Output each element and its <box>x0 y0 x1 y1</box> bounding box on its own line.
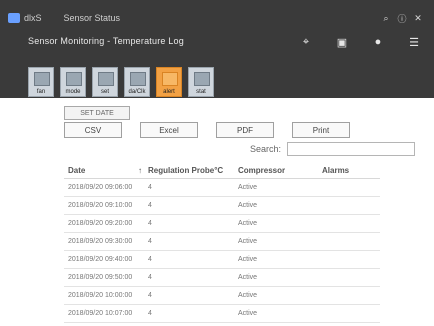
cell-date: 2018/09/20 10:07:00 <box>68 310 133 317</box>
search-field: Search: <box>250 142 416 156</box>
tile-icon <box>130 72 146 86</box>
table-row: 2018/09/20 09:40:00 4 Active <box>64 251 380 269</box>
tile-icon <box>162 72 178 86</box>
user-icon[interactable]: ● <box>370 34 386 50</box>
tile-icon <box>66 72 82 86</box>
tile-label: stat <box>196 89 206 95</box>
table-row: 2018/09/20 10:07:00 4 Active <box>64 305 380 323</box>
cell-date: 2018/09/20 09:50:00 <box>68 274 133 281</box>
close-icon[interactable]: ✕ <box>410 10 426 26</box>
tile-label: mode <box>65 89 81 95</box>
column-header-compressor[interactable]: Compressor <box>238 166 322 175</box>
tile-label: set <box>100 89 109 95</box>
brand-text: dlxS <box>24 13 42 23</box>
tile-mode[interactable]: mode <box>60 67 86 97</box>
tile-icon <box>194 72 210 86</box>
window-title: Sensor Status <box>63 13 121 23</box>
tile-clock[interactable]: da/Clk <box>124 67 150 97</box>
cell-compressor: Active <box>238 274 258 281</box>
cell-compressor: Active <box>238 292 258 299</box>
search-label: Search: <box>250 144 282 154</box>
tile-alert-active[interactable]: alert <box>156 67 182 97</box>
cell-probe: 4 <box>148 292 152 299</box>
cell-compressor: Active <box>238 310 258 317</box>
cell-date: 2018/09/20 09:30:00 <box>68 238 133 245</box>
export-toolbar: CSV Excel PDF Print <box>64 122 350 138</box>
set-date-button[interactable]: SET DATE <box>64 106 130 120</box>
export-pdf-button[interactable]: PDF <box>216 122 274 138</box>
tile-label: da/Clk <box>128 89 146 95</box>
cell-probe: 4 <box>148 256 152 263</box>
cell-date: 2018/09/20 09:20:00 <box>68 220 133 227</box>
header-icons: ⌖ ▣ ● ☰ <box>298 34 422 50</box>
sort-icon[interactable]: ↑ <box>138 166 148 175</box>
table-row: 2018/09/20 09:50:00 4 Active <box>64 269 380 287</box>
cell-probe: 4 <box>148 220 152 227</box>
cell-probe: 4 <box>148 202 152 209</box>
info-icon[interactable]: ⓘ <box>394 10 410 26</box>
tile-stat[interactable]: stat <box>188 67 214 97</box>
table-row: 2018/09/20 09:10:00 4 Active <box>64 197 380 215</box>
cell-date: 2018/09/20 10:00:00 <box>68 292 133 299</box>
cell-compressor: Active <box>238 256 258 263</box>
cell-compressor: Active <box>238 202 258 209</box>
cell-probe: 4 <box>148 310 152 317</box>
tile-fan[interactable]: fan <box>28 67 54 97</box>
menu-icon[interactable]: ☰ <box>406 34 422 50</box>
cell-compressor: Active <box>238 184 258 191</box>
tile-label: alert <box>163 89 175 95</box>
table-row: 2018/09/20 09:06:00 4 Active <box>64 179 380 197</box>
search-input[interactable] <box>287 142 416 156</box>
column-header-date[interactable]: Date <box>64 166 138 175</box>
column-header-alarms[interactable]: Alarms <box>322 166 380 175</box>
table-row: 2018/09/20 10:00:00 4 Active <box>64 287 380 305</box>
top-bar: dlxS Sensor Status ⌕ ⓘ ✕ Sensor Monitori… <box>0 0 434 98</box>
table-header: Date ↑ Regulation Probe°C Compressor Ala… <box>64 162 380 179</box>
table-row: 2018/09/20 09:30:00 4 Active <box>64 233 380 251</box>
search-icon[interactable]: ⌕ <box>378 10 394 26</box>
cell-probe: 4 <box>148 184 152 191</box>
cell-date: 2018/09/20 09:06:00 <box>68 184 133 191</box>
tile-bar: fan mode set da/Clk alert stat <box>28 67 214 97</box>
column-header-probe[interactable]: Regulation Probe°C <box>148 166 238 175</box>
export-excel-button[interactable]: Excel <box>140 122 198 138</box>
print-button[interactable]: Print <box>292 122 350 138</box>
wifi-icon[interactable]: ⌖ <box>298 34 314 50</box>
tile-label: fan <box>36 89 46 95</box>
cell-compressor: Active <box>238 220 258 227</box>
cell-probe: 4 <box>148 274 152 281</box>
cell-date: 2018/09/20 09:10:00 <box>68 202 133 209</box>
page-subtitle: Sensor Monitoring - Temperature Log <box>28 36 184 46</box>
cell-probe: 4 <box>148 238 152 245</box>
title-row: dlxS Sensor Status ⌕ ⓘ ✕ <box>8 8 426 28</box>
cell-date: 2018/09/20 09:40:00 <box>68 256 133 263</box>
tile-icon <box>34 72 50 86</box>
table-row: 2018/09/20 09:20:00 4 Active <box>64 215 380 233</box>
brand: dlxS <box>8 13 42 23</box>
tile-set[interactable]: set <box>92 67 118 97</box>
brand-logo <box>8 13 20 23</box>
device-icon[interactable]: ▣ <box>334 34 350 50</box>
export-csv-button[interactable]: CSV <box>64 122 122 138</box>
history-table: Date ↑ Regulation Probe°C Compressor Ala… <box>64 162 380 323</box>
tile-icon <box>98 72 114 86</box>
cell-compressor: Active <box>238 238 258 245</box>
